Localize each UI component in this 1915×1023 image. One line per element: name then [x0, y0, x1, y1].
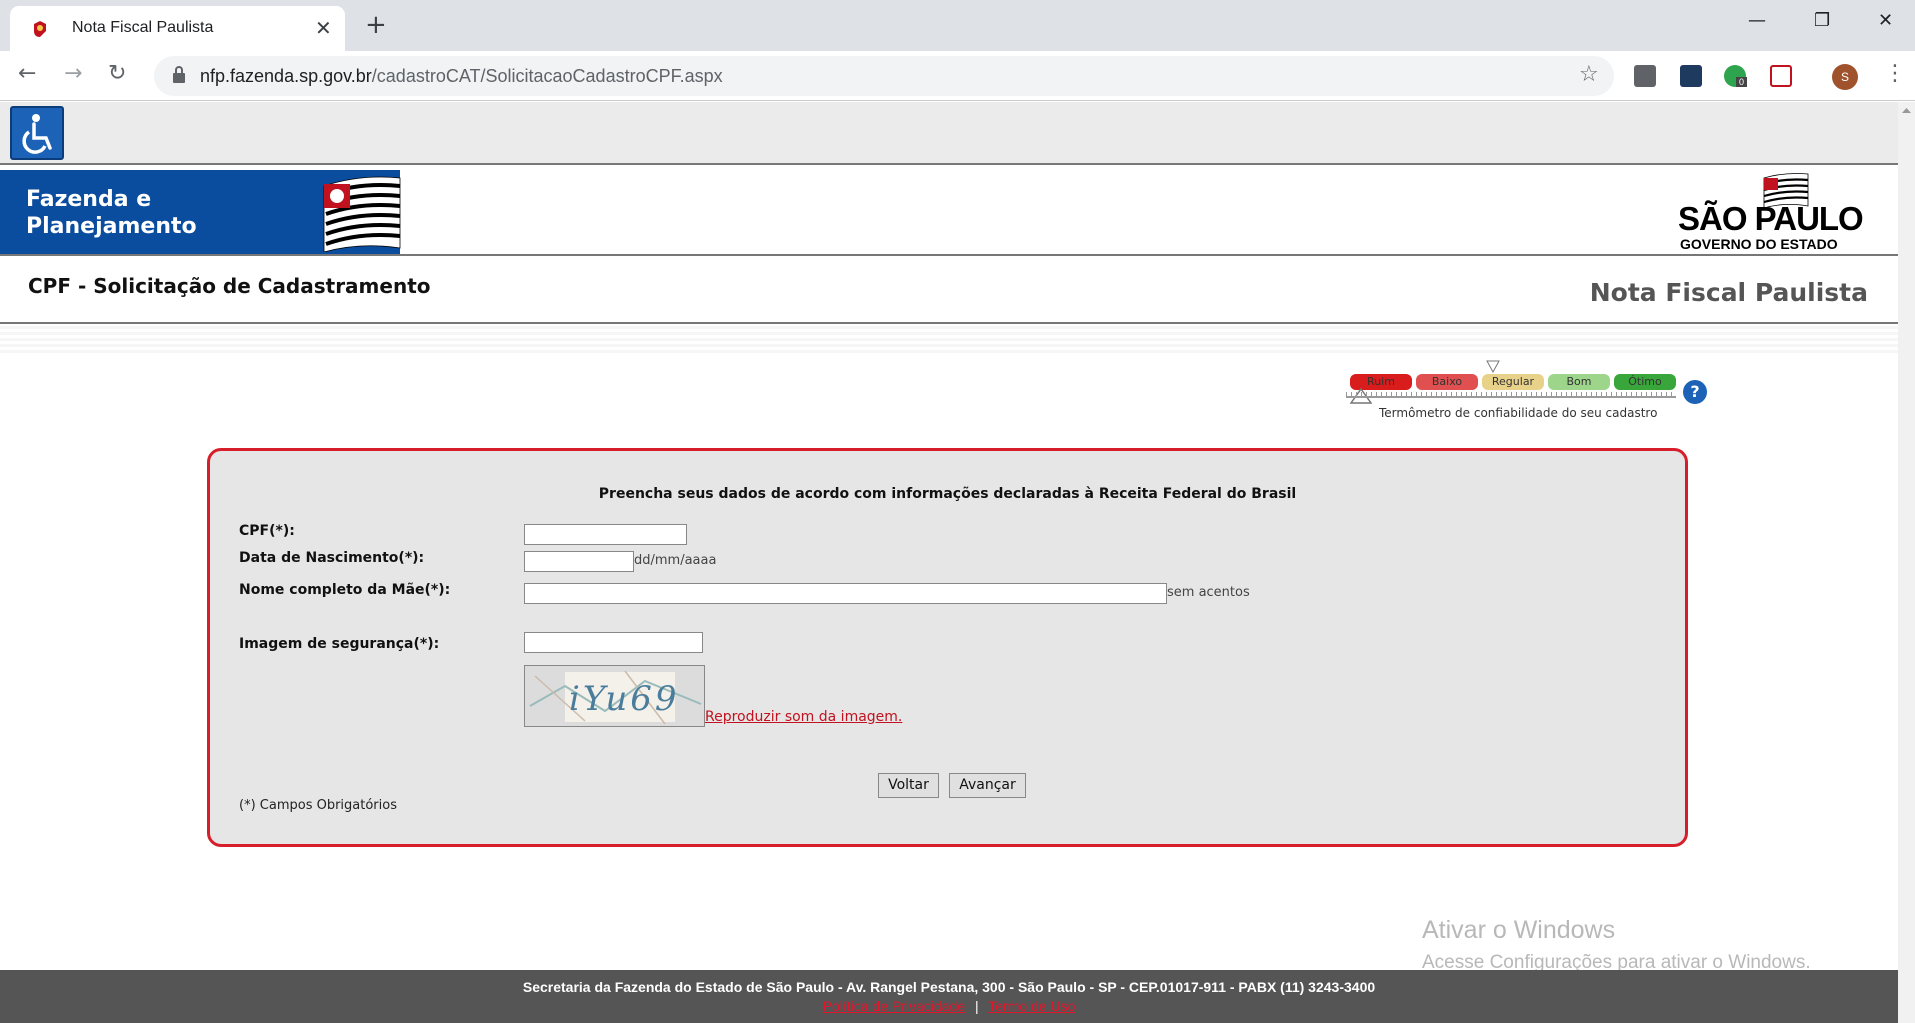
thermometer-pointer-icon: [1486, 360, 1500, 374]
footer-links: Política de Privacidade | Termo de Uso: [0, 998, 1898, 1014]
brand-title: Nota Fiscal Paulista: [1589, 278, 1868, 307]
wheelchair-icon: [22, 114, 52, 154]
page-title-bar: CPF - Solicitação de Cadastramento Nota …: [0, 258, 1898, 324]
sp-crest-favicon-icon: [34, 21, 46, 37]
state-logo-subtitle: GOVERNO DO ESTADO: [1680, 236, 1838, 252]
captcha-text: iYu69: [569, 679, 680, 719]
browser-toolbar: ← → ↻ nfp.fazenda.sp.gov.br/cadastroCAT/…: [0, 51, 1915, 101]
tab-close-icon[interactable]: ✕: [315, 16, 332, 40]
required-fields-note: (*) Campos Obrigatórios: [239, 798, 397, 813]
extension-flag-icon[interactable]: [1634, 65, 1656, 87]
agency-name-line2: Planejamento: [26, 214, 197, 239]
page-scrollbar[interactable]: [1898, 102, 1915, 1023]
birth-date-input[interactable]: [524, 551, 634, 572]
web-page: Fazenda e Planejamento SÃO PAULO GOVERNO…: [0, 102, 1898, 1023]
mother-name-input[interactable]: [524, 583, 1167, 604]
browser-tab-strip: Nota Fiscal Paulista ✕ + — ❐ ✕: [0, 0, 1915, 51]
terms-of-use-link[interactable]: Termo de Uso: [988, 998, 1075, 1014]
footer-address: Secretaria da Fazenda do Estado de São P…: [522, 979, 1376, 995]
back-button[interactable]: Voltar: [878, 773, 939, 798]
accessibility-bar: [0, 102, 1898, 165]
lock-icon: [173, 66, 185, 83]
windows-activation-title: Ativar o Windows: [1422, 916, 1616, 944]
birth-date-label: Data de Nascimento(*):: [239, 550, 425, 566]
profile-avatar[interactable]: S: [1832, 64, 1858, 90]
captcha-image: iYu69: [524, 665, 705, 727]
mother-name-label: Nome completo da Mãe(*):: [239, 582, 451, 598]
thermometer-caption: Termômetro de confiabilidade do seu cada…: [1379, 406, 1658, 420]
thermometer-scale: [1346, 392, 1676, 398]
sao-paulo-government-logo: SÃO PAULO GOVERNO DO ESTADO: [1678, 172, 1888, 252]
url-text: nfp.fazenda.sp.gov.br/cadastroCAT/Solici…: [200, 66, 723, 87]
privacy-policy-link[interactable]: Política de Privacidade: [823, 998, 965, 1014]
government-banner: Fazenda e Planejamento SÃO PAULO GOVERNO…: [0, 168, 1898, 256]
screen: Nota Fiscal Paulista ✕ + — ❐ ✕ ← → ↻ nfp…: [0, 0, 1915, 1023]
thermometer-level-regular: Regular: [1482, 374, 1544, 390]
bookmark-star-icon[interactable]: ☆: [1579, 62, 1599, 87]
new-tab-button[interactable]: +: [365, 10, 387, 40]
next-button[interactable]: Avançar: [949, 773, 1026, 798]
captcha-label: Imagem de segurança(*):: [239, 636, 440, 652]
reliability-thermometer: Ruim Baixo Regular Bom Ótimo ? Termômetr…: [1346, 360, 1707, 420]
extension-pocket-icon[interactable]: [1770, 65, 1792, 87]
reload-icon[interactable]: ↻: [108, 61, 126, 86]
registration-form: Preencha seus dados de acordo com inform…: [207, 448, 1688, 847]
accessibility-button[interactable]: [10, 106, 64, 160]
thermometer-help-icon[interactable]: ?: [1683, 380, 1707, 404]
divider-stripe: [0, 326, 1898, 356]
forward-arrow-icon[interactable]: →: [64, 61, 82, 86]
thermometer-level-bom: Bom: [1548, 374, 1610, 390]
cpf-input[interactable]: [524, 524, 687, 545]
restore-window-button[interactable]: ❐: [1814, 10, 1830, 31]
address-bar[interactable]: nfp.fazenda.sp.gov.br/cadastroCAT/Solici…: [154, 56, 1614, 96]
scroll-up-arrow-icon[interactable]: [1898, 102, 1915, 119]
browser-menu-icon[interactable]: ⋮: [1884, 61, 1906, 86]
close-window-button[interactable]: ✕: [1878, 10, 1893, 31]
fazenda-logo: Fazenda e Planejamento: [0, 170, 401, 254]
sp-flag-icon: [323, 176, 401, 252]
birth-date-hint: dd/mm/aaaa: [634, 553, 717, 568]
mother-name-hint: sem acentos: [1167, 585, 1250, 600]
captcha-audio-link[interactable]: Reproduzir som da imagem.: [705, 709, 902, 725]
browser-tab[interactable]: Nota Fiscal Paulista ✕: [10, 6, 345, 51]
minimize-window-button[interactable]: —: [1748, 10, 1766, 31]
agency-name-line1: Fazenda e: [26, 187, 152, 212]
extension-badge: 0: [1736, 77, 1748, 87]
page-footer: Secretaria da Fazenda do Estado de São P…: [0, 970, 1898, 1023]
captcha-input[interactable]: [524, 632, 703, 653]
footer-separator: |: [974, 998, 979, 1014]
url-path: /cadastroCAT/SolicitacaoCadastroCPF.aspx: [371, 66, 723, 86]
thermometer-level-otimo: Ótimo: [1614, 374, 1676, 390]
page-title: CPF - Solicitação de Cadastramento: [28, 274, 431, 298]
extension-network-icon[interactable]: [1680, 65, 1702, 87]
captcha-noise: iYu69: [525, 666, 704, 726]
thermometer-level-baixo: Baixo: [1416, 374, 1478, 390]
extension-check-icon[interactable]: 0: [1724, 65, 1748, 87]
url-domain: nfp.fazenda.sp.gov.br: [200, 66, 372, 86]
cpf-label: CPF(*):: [239, 523, 295, 539]
tab-title: Nota Fiscal Paulista: [72, 19, 214, 36]
state-logo-name: SÃO PAULO: [1678, 200, 1864, 237]
form-heading: Preencha seus dados de acordo com inform…: [598, 486, 1297, 502]
back-arrow-icon[interactable]: ←: [18, 61, 36, 86]
